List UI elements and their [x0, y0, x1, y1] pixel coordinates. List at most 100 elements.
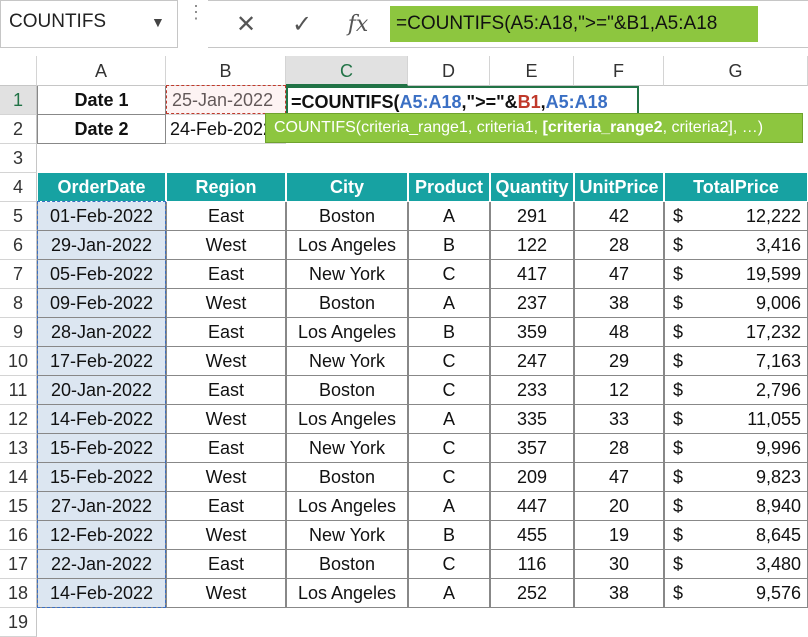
- table-cell-r7-c5[interactable]: 233: [490, 376, 574, 405]
- table-cell-r2-c6[interactable]: 28: [574, 231, 664, 260]
- table-cell-r5-c4[interactable]: B: [408, 318, 490, 347]
- table-cell-r1-c4[interactable]: A: [408, 202, 490, 231]
- table-cell-r7-c4[interactable]: C: [408, 376, 490, 405]
- table-cell-r11-c4[interactable]: A: [408, 492, 490, 521]
- table-cell-r10-c5[interactable]: 209: [490, 463, 574, 492]
- table-cell-r14-c2[interactable]: West: [166, 579, 286, 608]
- table-cell-r3-c5[interactable]: 417: [490, 260, 574, 289]
- table-cell-r12-c1[interactable]: 12-Feb-2022: [37, 521, 166, 550]
- column-header-e[interactable]: E: [490, 56, 574, 86]
- insert-function-icon[interactable]: fx: [334, 7, 382, 43]
- table-cell-r7-c1[interactable]: 20-Jan-2022: [37, 376, 166, 405]
- cell-b1[interactable]: 25-Jan-2022: [166, 86, 286, 115]
- table-cell-r5-c3[interactable]: Los Angeles: [286, 318, 408, 347]
- table-cell-r13-c2[interactable]: East: [166, 550, 286, 579]
- row-header-3[interactable]: 3: [0, 144, 37, 173]
- row-header-7[interactable]: 7: [0, 260, 37, 289]
- table-cell-r4-c5[interactable]: 237: [490, 289, 574, 318]
- table-cell-r10-c3[interactable]: Boston: [286, 463, 408, 492]
- name-box[interactable]: COUNTIFS ▼: [0, 0, 178, 48]
- table-cell-r4-c4[interactable]: A: [408, 289, 490, 318]
- row-header-2[interactable]: 2: [0, 115, 37, 144]
- table-header-totalprice[interactable]: TotalPrice: [664, 173, 808, 202]
- drag-handle-icon[interactable]: ⋮: [187, 3, 205, 40]
- table-cell-r6-c1[interactable]: 17-Feb-2022: [37, 347, 166, 376]
- table-cell-r2-c5[interactable]: 122: [490, 231, 574, 260]
- table-cell-r11-c5[interactable]: 447: [490, 492, 574, 521]
- column-header-c[interactable]: C: [286, 56, 408, 86]
- table-cell-r8-c1[interactable]: 14-Feb-2022: [37, 405, 166, 434]
- table-cell-r11-c7[interactable]: $8,940: [664, 492, 808, 521]
- table-cell-r1-c6[interactable]: 42: [574, 202, 664, 231]
- table-cell-r14-c6[interactable]: 38: [574, 579, 664, 608]
- table-header-product[interactable]: Product: [408, 173, 490, 202]
- table-cell-r6-c5[interactable]: 247: [490, 347, 574, 376]
- table-cell-r9-c5[interactable]: 357: [490, 434, 574, 463]
- table-cell-r14-c5[interactable]: 252: [490, 579, 574, 608]
- table-cell-r2-c4[interactable]: B: [408, 231, 490, 260]
- row-header-4[interactable]: 4: [0, 173, 37, 202]
- table-cell-r9-c1[interactable]: 15-Feb-2022: [37, 434, 166, 463]
- cell-a1[interactable]: Date 1: [37, 86, 166, 115]
- table-cell-r4-c3[interactable]: Boston: [286, 289, 408, 318]
- table-cell-r7-c6[interactable]: 12: [574, 376, 664, 405]
- row-header-10[interactable]: 10: [0, 347, 37, 376]
- table-cell-r11-c2[interactable]: East: [166, 492, 286, 521]
- table-cell-r13-c6[interactable]: 30: [574, 550, 664, 579]
- table-cell-r10-c6[interactable]: 47: [574, 463, 664, 492]
- table-cell-r8-c3[interactable]: Los Angeles: [286, 405, 408, 434]
- table-cell-r1-c5[interactable]: 291: [490, 202, 574, 231]
- table-cell-r2-c3[interactable]: Los Angeles: [286, 231, 408, 260]
- table-header-city[interactable]: City: [286, 173, 408, 202]
- table-cell-r4-c6[interactable]: 38: [574, 289, 664, 318]
- table-cell-r5-c7[interactable]: $17,232: [664, 318, 808, 347]
- table-cell-r13-c5[interactable]: 116: [490, 550, 574, 579]
- table-cell-r5-c6[interactable]: 48: [574, 318, 664, 347]
- table-cell-r1-c2[interactable]: East: [166, 202, 286, 231]
- table-cell-r14-c7[interactable]: $9,576: [664, 579, 808, 608]
- table-cell-r13-c3[interactable]: Boston: [286, 550, 408, 579]
- row-header-6[interactable]: 6: [0, 231, 37, 260]
- table-cell-r2-c7[interactable]: $3,416: [664, 231, 808, 260]
- table-cell-r12-c4[interactable]: B: [408, 521, 490, 550]
- formula-input[interactable]: =COUNTIFS(A5:A18,">="&B1,A5:A18: [390, 6, 758, 42]
- table-cell-r6-c3[interactable]: New York: [286, 347, 408, 376]
- table-cell-r1-c7[interactable]: $12,222: [664, 202, 808, 231]
- table-cell-r11-c6[interactable]: 20: [574, 492, 664, 521]
- table-cell-r14-c4[interactable]: A: [408, 579, 490, 608]
- table-cell-r12-c2[interactable]: West: [166, 521, 286, 550]
- table-cell-r10-c7[interactable]: $9,823: [664, 463, 808, 492]
- table-header-region[interactable]: Region: [166, 173, 286, 202]
- table-cell-r3-c6[interactable]: 47: [574, 260, 664, 289]
- table-cell-r2-c2[interactable]: West: [166, 231, 286, 260]
- table-cell-r8-c5[interactable]: 335: [490, 405, 574, 434]
- row-header-17[interactable]: 17: [0, 550, 37, 579]
- table-cell-r12-c5[interactable]: 455: [490, 521, 574, 550]
- row-header-9[interactable]: 9: [0, 318, 37, 347]
- row-header-19[interactable]: 19: [0, 608, 37, 637]
- row-header-5[interactable]: 5: [0, 202, 37, 231]
- table-cell-r13-c4[interactable]: C: [408, 550, 490, 579]
- table-cell-r12-c6[interactable]: 19: [574, 521, 664, 550]
- table-cell-r3-c7[interactable]: $19,599: [664, 260, 808, 289]
- row-header-16[interactable]: 16: [0, 521, 37, 550]
- table-cell-r1-c1[interactable]: 01-Feb-2022: [37, 202, 166, 231]
- row-header-14[interactable]: 14: [0, 463, 37, 492]
- table-cell-r6-c7[interactable]: $7,163: [664, 347, 808, 376]
- table-cell-r10-c1[interactable]: 15-Feb-2022: [37, 463, 166, 492]
- table-cell-r5-c1[interactable]: 28-Jan-2022: [37, 318, 166, 347]
- table-cell-r6-c2[interactable]: West: [166, 347, 286, 376]
- table-cell-r1-c3[interactable]: Boston: [286, 202, 408, 231]
- column-header-d[interactable]: D: [408, 56, 490, 86]
- table-header-unitprice[interactable]: UnitPrice: [574, 173, 664, 202]
- row-header-18[interactable]: 18: [0, 579, 37, 608]
- table-header-orderdate[interactable]: OrderDate: [37, 173, 166, 202]
- table-cell-r3-c4[interactable]: C: [408, 260, 490, 289]
- table-cell-r8-c2[interactable]: West: [166, 405, 286, 434]
- column-header-g[interactable]: G: [664, 56, 808, 86]
- table-cell-r6-c6[interactable]: 29: [574, 347, 664, 376]
- column-header-b[interactable]: B: [166, 56, 286, 86]
- table-cell-r10-c2[interactable]: West: [166, 463, 286, 492]
- table-cell-r4-c7[interactable]: $9,006: [664, 289, 808, 318]
- row-header-15[interactable]: 15: [0, 492, 37, 521]
